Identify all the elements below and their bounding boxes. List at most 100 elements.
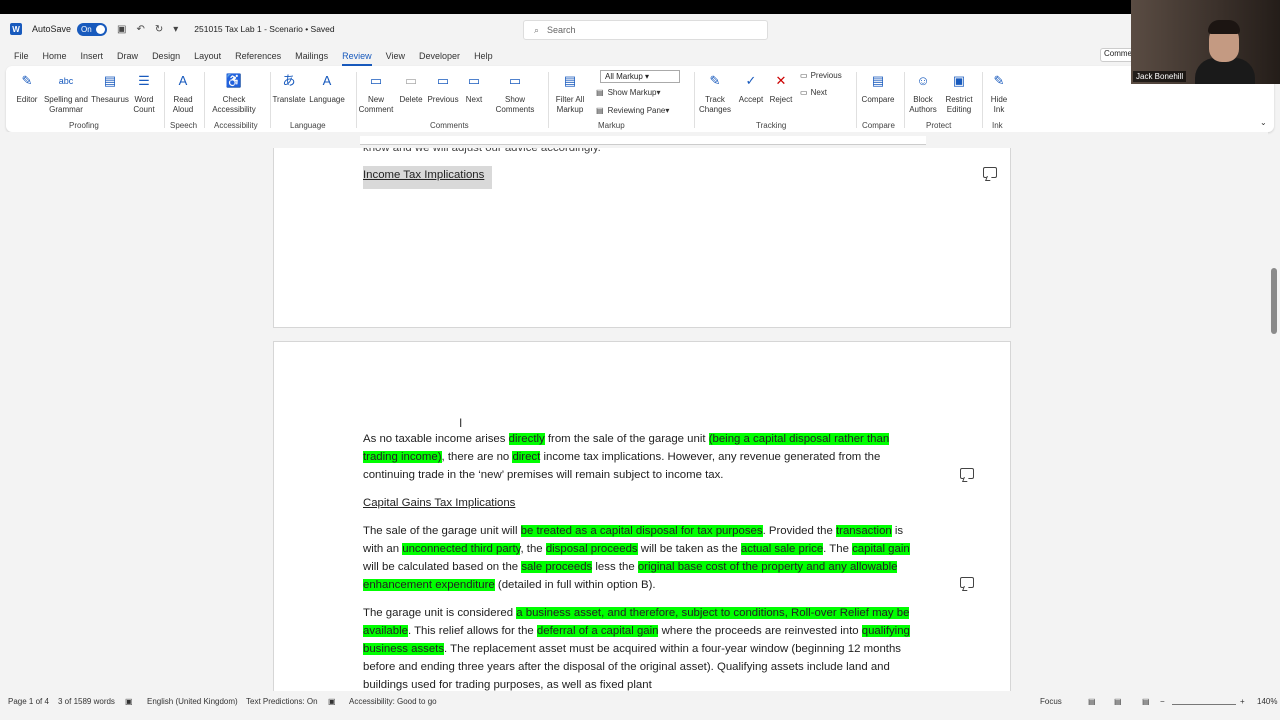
group-protect: Protect (926, 121, 952, 130)
tab-review[interactable]: Review (335, 51, 379, 66)
zoom-level[interactable]: 140% (1257, 697, 1277, 706)
reviewing-pane-label: Reviewing Pane (607, 106, 666, 115)
paragraph-income-tax[interactable]: As no taxable income arises directly fro… (363, 430, 919, 484)
check-accessibility-button[interactable]: ♿ Check Accessibility (206, 70, 262, 115)
block-authors-label-2: Authors (909, 105, 937, 114)
web-layout-icon[interactable]: ▤ (1142, 697, 1150, 706)
show-markup-icon: ▤ (596, 88, 604, 97)
previous-comment-icon: ▭ (436, 73, 450, 88)
read-mode-icon[interactable]: ▤ (1088, 697, 1096, 706)
scrollbar-thumb[interactable] (1271, 268, 1277, 334)
zoom-slider[interactable] (1172, 704, 1236, 705)
language-status[interactable]: English (United Kingdom) (147, 697, 238, 706)
tab-developer[interactable]: Developer (412, 51, 467, 61)
focus-button[interactable]: Focus (1040, 697, 1062, 706)
show-markup-button[interactable]: ▤ Show Markup ▾ (596, 88, 661, 97)
collapse-ribbon-icon[interactable]: ⌄ (1260, 118, 1267, 127)
editor-icon: ✎ (21, 73, 33, 88)
redo-icon[interactable]: ↻ (155, 24, 163, 35)
comment-marker-icon[interactable] (960, 577, 974, 588)
text-cursor-icon: I (459, 416, 463, 430)
highlighted-text: transaction (836, 525, 892, 537)
tab-draw[interactable]: Draw (110, 51, 145, 61)
body-text: will be taken as the (637, 543, 741, 555)
group-divider (204, 72, 205, 128)
word-count[interactable]: 3 of 1589 words (58, 697, 115, 706)
body-text: As no taxable income arises (363, 433, 509, 445)
tab-references[interactable]: References (228, 51, 288, 61)
search-box[interactable]: ⌕ Search (523, 20, 768, 40)
delete-comment-button[interactable]: ▭ Delete (396, 70, 426, 105)
text-predictions[interactable]: Text Predictions: On (246, 697, 318, 706)
tab-mailings[interactable]: Mailings (288, 51, 335, 61)
next-comment-button[interactable]: ▭ Next (460, 70, 488, 105)
tab-design[interactable]: Design (145, 51, 187, 61)
accessibility-status[interactable]: Accessibility: Good to go (349, 697, 437, 706)
comment-marker-icon[interactable] (960, 468, 974, 479)
language-button[interactable]: A Language (308, 70, 346, 105)
cut-off-line: know and we will adjust our advice accor… (363, 148, 601, 154)
macro-icon[interactable]: ▣ (328, 697, 336, 706)
thesaurus-button[interactable]: ▤ Thesaurus (90, 70, 130, 105)
tab-view[interactable]: View (379, 51, 412, 61)
reviewing-pane-button[interactable]: ▤ Reviewing Pane ▾ (596, 106, 669, 115)
next-change-icon: ▭ (800, 88, 808, 97)
previous-comment-button[interactable]: ▭ Previous (426, 70, 460, 105)
search-icon: ⌕ (534, 24, 540, 35)
accept-button[interactable]: ✓ Accept (736, 70, 766, 105)
tab-help[interactable]: Help (467, 51, 500, 61)
video-overlay: Jack Bonehill (1131, 0, 1280, 84)
track-changes-button[interactable]: ✎ Track Changes (696, 70, 734, 115)
markup-select[interactable]: All Markup ▾ (600, 70, 680, 83)
tab-file[interactable]: File (7, 51, 36, 61)
filter-all-markup-button[interactable]: ▤ Filter All Markup (550, 70, 590, 115)
block-authors-label-1: Block (913, 95, 933, 104)
tab-layout[interactable]: Layout (187, 51, 228, 61)
page-count[interactable]: Page 1 of 4 (8, 697, 49, 706)
autosave-toggle[interactable]: On (77, 22, 108, 36)
new-comment-icon: ▭ (369, 73, 383, 88)
customize-qat-icon[interactable]: ▾ (173, 24, 178, 35)
restrict-editing-button[interactable]: ▣ Restrict Editing (942, 70, 976, 115)
zoom-out-icon[interactable]: − (1160, 697, 1165, 706)
page-2[interactable]: As no taxable income arises directly fro… (273, 341, 1011, 691)
income-tax-heading[interactable]: Income Tax Implications (363, 166, 493, 189)
show-comments-button[interactable]: ▭ Show Comments (492, 70, 538, 115)
undo-icon[interactable]: ↶ (136, 24, 144, 35)
new-comment-button[interactable]: ▭ New Comment (358, 70, 394, 115)
zoom-in-icon[interactable]: + (1240, 697, 1245, 706)
income-tax-heading-text: Income Tax Implications (363, 166, 493, 189)
group-speech: Speech (170, 121, 198, 130)
cgt-heading[interactable]: Capital Gains Tax Implications (363, 494, 919, 512)
cgt-heading-text: Capital Gains Tax Implications (363, 497, 516, 509)
tab-insert[interactable]: Insert (74, 51, 111, 61)
comment-marker-icon[interactable] (983, 167, 997, 178)
read-aloud-button[interactable]: A Read Aloud (168, 70, 198, 115)
spelling-grammar-button[interactable]: abc Spelling and Grammar (42, 70, 90, 115)
paragraph-rollover[interactable]: The garage unit is considered a business… (363, 604, 919, 691)
save-icon[interactable]: ▣ (117, 24, 126, 35)
body-text: where the proceeds are reinvested into (658, 625, 862, 637)
horizontal-ruler[interactable] (360, 136, 926, 145)
paragraph-cgt[interactable]: The sale of the garage unit will be trea… (363, 522, 919, 594)
compare-button[interactable]: ▤ Compare (858, 70, 898, 105)
reject-button[interactable]: ✕ Reject (768, 70, 794, 105)
word-count-button[interactable]: ☰ Word Count (130, 70, 158, 115)
translate-button[interactable]: あ Translate (272, 70, 306, 105)
group-accessibility: Accessibility (214, 121, 258, 130)
vertical-scrollbar[interactable] (1268, 148, 1280, 691)
group-tracking: Tracking (756, 121, 787, 130)
block-authors-button[interactable]: ☺ Block Authors (904, 70, 942, 115)
document-title[interactable]: 251015 Tax Lab 1 - Scenario • Saved (194, 24, 334, 34)
next-change-label: Next (810, 88, 828, 97)
proofing-icon[interactable]: ▣ (125, 697, 133, 706)
hide-ink-button[interactable]: ✎ Hide Ink (984, 70, 1014, 115)
previous-change-button[interactable]: ▭ Previous (800, 71, 842, 80)
tab-home[interactable]: Home (36, 51, 74, 61)
editor-button[interactable]: ✎ Editor (12, 70, 42, 105)
page-1[interactable]: know and we will adjust our advice accor… (273, 148, 1011, 328)
body-text: less the (592, 561, 638, 573)
print-layout-icon[interactable]: ▤ (1114, 697, 1122, 706)
group-ink: Ink (992, 121, 1003, 130)
next-change-button[interactable]: ▭ Next (800, 88, 827, 97)
